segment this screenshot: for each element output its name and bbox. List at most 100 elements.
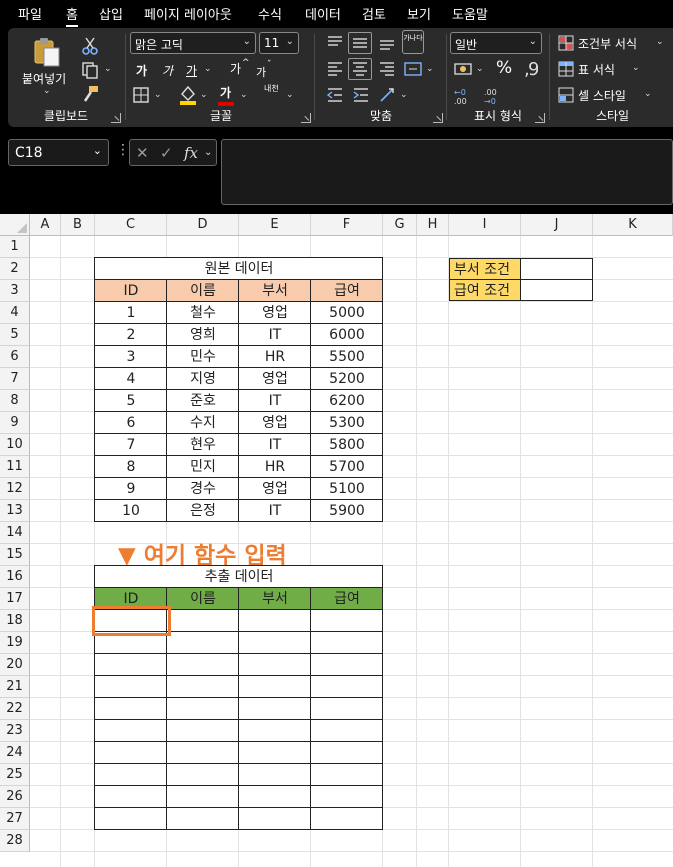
- underline-dropdown[interactable]: ⌄: [204, 64, 212, 74]
- align-top-icon[interactable]: [326, 34, 346, 54]
- row-header-7[interactable]: 7: [0, 368, 30, 390]
- border-icon[interactable]: [132, 86, 152, 106]
- row-header-27[interactable]: 27: [0, 808, 30, 830]
- font-name-select[interactable]: 맑은 고딕 ⌄: [130, 32, 256, 54]
- tab-home[interactable]: 홈: [66, 4, 78, 27]
- row-header-2[interactable]: 2: [0, 258, 30, 280]
- increase-indent-icon[interactable]: [352, 86, 372, 106]
- row-header-26[interactable]: 26: [0, 786, 30, 808]
- shrink-font-button[interactable]: 가: [256, 64, 266, 80]
- paste-button[interactable]: 붙여넣기: [22, 70, 66, 87]
- enter-icon[interactable]: ✓: [160, 144, 173, 162]
- row-header-28[interactable]: 28: [0, 830, 30, 852]
- row-header-25[interactable]: 25: [0, 764, 30, 786]
- row-header-6[interactable]: 6: [0, 346, 30, 368]
- row-header-17[interactable]: 17: [0, 588, 30, 610]
- align-center-icon[interactable]: [348, 58, 372, 80]
- column-header-i[interactable]: I: [449, 214, 521, 236]
- row-header-24[interactable]: 24: [0, 742, 30, 764]
- font-color-dropdown[interactable]: ⌄: [240, 90, 248, 100]
- font-launcher-icon[interactable]: [301, 113, 311, 123]
- border-dropdown[interactable]: ⌄: [154, 90, 162, 100]
- orientation-dropdown[interactable]: ⌄: [400, 90, 408, 100]
- italic-button[interactable]: 가: [162, 62, 173, 79]
- column-header-d[interactable]: D: [167, 214, 239, 236]
- cut-icon[interactable]: [80, 36, 100, 56]
- percent-button[interactable]: %: [496, 58, 512, 78]
- row-header-5[interactable]: 5: [0, 324, 30, 346]
- salary-condition-input[interactable]: [520, 279, 593, 301]
- row-header-15[interactable]: 15: [0, 544, 30, 566]
- merge-center-icon[interactable]: [404, 60, 424, 80]
- row-header-8[interactable]: 8: [0, 390, 30, 412]
- column-header-b[interactable]: B: [61, 214, 95, 236]
- row-header-20[interactable]: 20: [0, 654, 30, 676]
- column-header-j[interactable]: J: [521, 214, 593, 236]
- font-size-select[interactable]: 11 ⌄: [259, 32, 299, 54]
- orientation-icon[interactable]: [378, 86, 398, 106]
- clipboard-launcher-icon[interactable]: [111, 113, 121, 123]
- tab-view[interactable]: 보기: [407, 4, 431, 23]
- bold-button[interactable]: 가: [136, 62, 147, 79]
- active-cell-highlight[interactable]: [92, 606, 171, 636]
- tab-page-layout[interactable]: 페이지 레이아웃: [144, 4, 232, 23]
- copy-dropdown[interactable]: ⌄: [104, 64, 112, 74]
- align-bottom-icon[interactable]: [378, 34, 398, 54]
- column-header-g[interactable]: G: [383, 214, 417, 236]
- row-header-16[interactable]: 16: [0, 566, 30, 588]
- font-color-button[interactable]: 가: [220, 84, 231, 101]
- row-header-1[interactable]: 1: [0, 236, 30, 258]
- conditional-formatting-button[interactable]: 조건부 서식: [578, 35, 637, 52]
- format-painter-icon[interactable]: [80, 84, 100, 104]
- tab-help[interactable]: 도움말: [452, 4, 488, 23]
- row-header-9[interactable]: 9: [0, 412, 30, 434]
- align-right-icon[interactable]: [378, 60, 398, 80]
- grow-font-button[interactable]: 가: [230, 60, 241, 77]
- column-header-f[interactable]: F: [311, 214, 383, 236]
- tab-file[interactable]: 파일: [18, 4, 42, 23]
- accounting-dropdown[interactable]: ⌄: [476, 64, 484, 74]
- row-header-18[interactable]: 18: [0, 610, 30, 632]
- more-options-icon[interactable]: ⋮: [116, 142, 130, 158]
- tab-data[interactable]: 데이터: [305, 4, 341, 23]
- cell-styles-dropdown[interactable]: ⌄: [644, 89, 652, 99]
- cancel-icon[interactable]: ✕: [136, 144, 149, 162]
- alignment-launcher-icon[interactable]: [433, 113, 443, 123]
- cell-styles-button[interactable]: 셀 스타일: [578, 87, 626, 104]
- phonetic-button[interactable]: 내천: [264, 84, 280, 93]
- fill-color-dropdown[interactable]: ⌄: [200, 90, 208, 100]
- row-header-12[interactable]: 12: [0, 478, 30, 500]
- salary-condition-label[interactable]: 급여 조건: [449, 279, 521, 301]
- tab-insert[interactable]: 삽입: [99, 4, 123, 23]
- align-left-icon[interactable]: [326, 60, 346, 80]
- row-header-13[interactable]: 13: [0, 500, 30, 522]
- row-header-23[interactable]: 23: [0, 720, 30, 742]
- number-format-select[interactable]: 일반 ⌄: [450, 32, 542, 54]
- row-header-14[interactable]: 14: [0, 522, 30, 544]
- row-header-19[interactable]: 19: [0, 632, 30, 654]
- insert-function-button[interactable]: fx: [184, 144, 198, 162]
- row-header-3[interactable]: 3: [0, 280, 30, 302]
- column-header-e[interactable]: E: [239, 214, 311, 236]
- select-all-button[interactable]: [0, 214, 30, 236]
- formula-input[interactable]: [221, 139, 673, 205]
- dept-condition-label[interactable]: 부서 조건: [449, 258, 521, 280]
- merge-dropdown[interactable]: ⌄: [426, 64, 434, 74]
- underline-button[interactable]: 가: [186, 62, 197, 79]
- decrease-decimal-icon[interactable]: .00 →0: [484, 86, 504, 106]
- format-as-table-button[interactable]: 표 서식: [578, 61, 615, 78]
- decrease-indent-icon[interactable]: [326, 86, 346, 106]
- conditional-formatting-dropdown[interactable]: ⌄: [656, 37, 664, 47]
- column-header-c[interactable]: C: [95, 214, 167, 236]
- increase-decimal-icon[interactable]: ←0.00: [454, 86, 474, 106]
- format-as-table-dropdown[interactable]: ⌄: [632, 63, 640, 73]
- row-header-22[interactable]: 22: [0, 698, 30, 720]
- name-box[interactable]: C18 ⌄: [8, 139, 109, 166]
- wrap-text-button[interactable]: 가나다: [402, 30, 424, 54]
- column-header-k[interactable]: K: [593, 214, 673, 236]
- align-middle-icon[interactable]: [348, 32, 372, 54]
- row-header-4[interactable]: 4: [0, 302, 30, 324]
- fill-color-icon[interactable]: [178, 84, 198, 105]
- accounting-format-icon[interactable]: [454, 60, 474, 80]
- row-header-11[interactable]: 11: [0, 456, 30, 478]
